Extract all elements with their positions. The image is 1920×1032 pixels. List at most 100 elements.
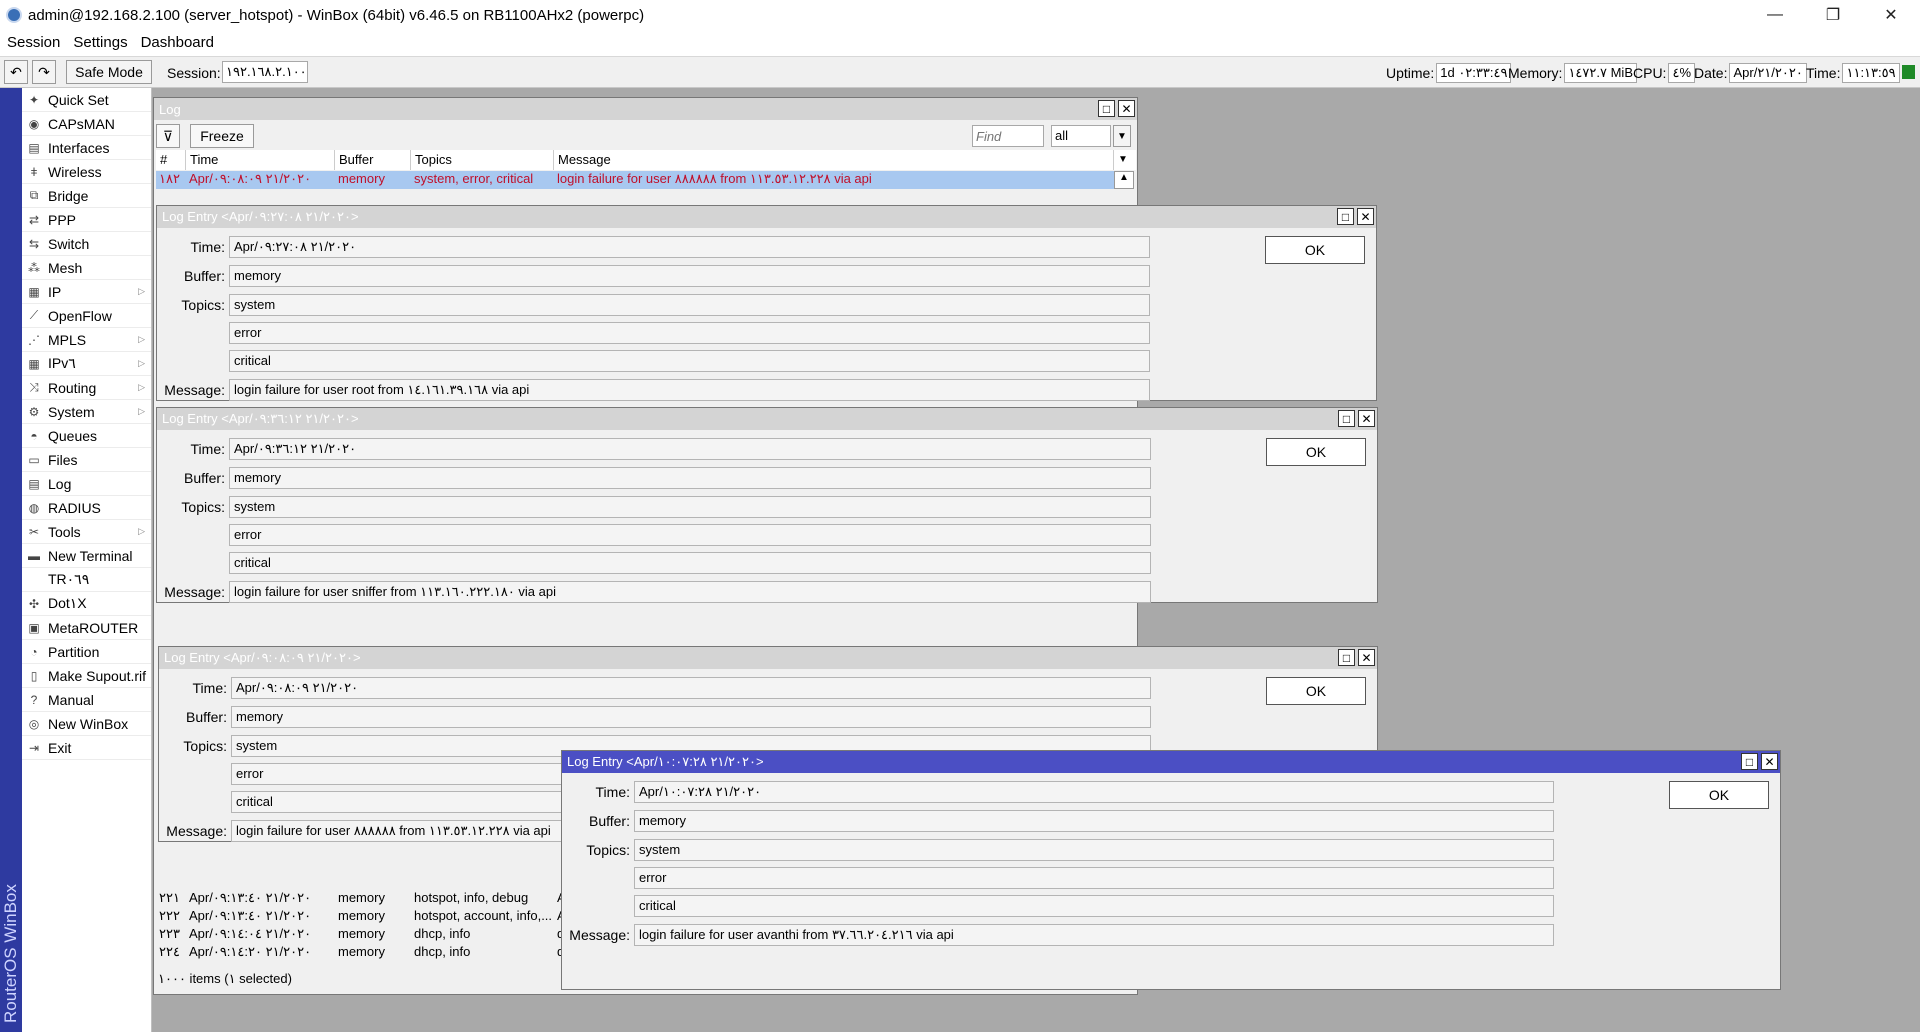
time-field[interactable]: Apr/٢١/٢٠٢٠ ١٠:٠٧:٢٨ [634,781,1554,803]
menu-dashboard[interactable]: Dashboard [141,34,214,51]
table-row-selected[interactable]: ١٨٢ Apr/٢١/٢٠٢٠ ٠٩:٠٨:٠٩ memory system, … [156,171,1114,189]
sidebar-item[interactable]: ▦ IP ▷ [22,280,151,304]
close-icon[interactable]: ✕ [1358,649,1375,666]
topics-field[interactable]: system [634,839,1554,861]
scroll-up-icon[interactable]: ▲ [1114,171,1134,189]
topic-2-field[interactable]: error [634,867,1554,889]
sidebar-item[interactable]: ⧉ Bridge [22,184,151,208]
sidebar-item[interactable]: ✂ Tools ▷ [22,520,151,544]
col-topics[interactable]: Topics [411,150,554,170]
col-buffer[interactable]: Buffer [335,150,411,170]
col-num[interactable]: # [156,150,186,170]
sidebar-item[interactable]: ▤ Interfaces [22,136,151,160]
restore-button[interactable]: ❐ [1804,0,1862,30]
sidebar-item[interactable]: ⇄ PPP [22,208,151,232]
maximize-button[interactable]: □ [1337,208,1354,225]
sidebar-item[interactable]: ▭ Files [22,448,151,472]
ok-button[interactable]: OK [1669,781,1769,809]
minimize-button[interactable]: — [1746,0,1804,30]
ok-button[interactable]: OK [1266,438,1366,466]
menu-settings[interactable]: Settings [73,34,127,51]
redo-button[interactable]: ↷ [32,60,56,84]
sidebar-item[interactable]: ǂ Wireless [22,160,151,184]
sidebar-item[interactable]: ⇥ Exit [22,736,151,760]
menu-session[interactable]: Session [7,34,60,51]
sidebar-item-label: System [48,403,95,420]
ok-button[interactable]: OK [1266,677,1366,705]
freeze-button[interactable]: Freeze [190,124,254,148]
sidebar-item[interactable]: ◉ CAPsMAN [22,112,151,136]
sidebar-item[interactable]: ▯ Make Supout.rif [22,664,151,688]
col-time[interactable]: Time [186,150,335,170]
sidebar-item[interactable]: ⁂ Mesh [22,256,151,280]
sidebar-item[interactable]: ◎ New WinBox [22,712,151,736]
time-field[interactable]: Apr/٢١/٢٠٢٠ ٠٩:٠٨:٠٩ [231,677,1151,699]
log-entry-title: Log Entry <Apr/٢١/٢٠٢٠ ٠٩:٣٦:١٢> [162,411,359,426]
topic-2-field[interactable]: error [229,322,1150,344]
sidebar-item[interactable]: ▣ MetaROUTER [22,616,151,640]
row-time: Apr/٢١/٢٠٢٠ ٠٩:١٣:٤٠ [189,908,312,923]
sidebar-item[interactable]: ⟋ OpenFlow [22,304,151,328]
maximize-button[interactable]: □ [1741,753,1758,770]
table-row[interactable]: ٢٢٣Apr/٢١/٢٠٢٠ ٠٩:١٤:٠٤memorydhcp, infod [156,926,576,944]
table-row[interactable]: ٢٢١ Apr/٢١/٢٠٢٠ ٠٩:١٣:٤٠ memory hotspot, in… [156,890,576,908]
sidebar-item[interactable]: ◓ Queues [22,424,151,448]
close-icon[interactable]: ✕ [1761,753,1778,770]
topics-field[interactable]: system [229,294,1150,316]
sidebar-item[interactable]: ? Manual [22,688,151,712]
table-row[interactable]: ٢٢٢ Apr/٢١/٢٠٢٠ ٠٩:١٣:٤٠ memory hotspot, ac… [156,908,576,926]
topic-3-field[interactable]: critical [229,350,1150,372]
maximize-button[interactable]: □ [1098,100,1115,117]
message-field[interactable]: login failure for user avanthi from ٣٧.٦… [634,924,1554,946]
message-field[interactable]: login failure for user sniffer from ١١٣.… [229,581,1151,603]
sidebar-item[interactable]: ◔ Partition [22,640,151,664]
filter-dropdown-button[interactable]: ▼ [1113,125,1131,147]
time-field[interactable]: Apr/٢١/٢٠٢٠ ٠٩:٣٦:١٢ [229,438,1151,460]
table-row[interactable]: ٢٢٤Apr/٢١/٢٠٢٠ ٠٩:١٤:٢٠memorydhcp, infod [156,944,576,962]
log-filter-select[interactable]: all [1051,125,1111,147]
switch-icon: ⇆ [28,236,40,251]
find-input[interactable] [972,125,1044,147]
time-field[interactable]: Apr/٢١/٢٠٢٠ ٠٩:٢٧:٠٨ [229,236,1150,258]
message-field[interactable]: login failure for user root from ١٤.١٦١.… [229,379,1150,401]
submenu-arrow-icon: ▷ [138,358,145,368]
col-message[interactable]: Message [554,150,1114,170]
wireless-icon: ǂ [30,164,38,179]
topic-3-field[interactable]: critical [634,895,1554,917]
sidebar-item[interactable]: ⚙ System ▷ [22,400,151,424]
sidebar-item[interactable]: ⋰ MPLS ▷ [22,328,151,352]
session-field[interactable]: ١٩٢.١٦٨.٢.١٠٠ [222,61,308,83]
sidebar-item[interactable]: ◍ RADIUS [22,496,151,520]
undo-button[interactable]: ↶ [4,60,28,84]
topics-field[interactable]: system [229,496,1151,518]
buffer-row: Buffer: memory [157,265,1150,287]
sidebar-item[interactable]: ✦ Quick Set [22,88,151,112]
sidebar-item[interactable]: TR٠٦٩ [22,568,151,592]
close-icon[interactable]: ✕ [1358,410,1375,427]
topic-2-row: error [562,867,1554,889]
sidebar-item[interactable]: ▬ New Terminal [22,544,151,568]
buffer-field[interactable]: memory [231,706,1151,728]
topic-2-field[interactable]: error [229,524,1151,546]
sidebar-item-label: Queues [48,427,98,444]
ok-button[interactable]: OK [1265,236,1365,264]
sidebar-item[interactable]: ✣ Dot١X [22,592,151,616]
maximize-button[interactable]: □ [1338,410,1355,427]
buffer-field[interactable]: memory [634,810,1554,832]
topic-3-field[interactable]: critical [229,552,1151,574]
sidebar-item[interactable]: ⤨ Routing ▷ [22,376,151,400]
maximize-button[interactable]: □ [1338,649,1355,666]
close-icon[interactable]: ✕ [1357,208,1374,225]
buffer-field[interactable]: memory [229,265,1150,287]
close-icon[interactable]: ✕ [1118,100,1135,117]
filter-button[interactable]: ⊽ [156,124,180,148]
close-button[interactable]: ✕ [1862,0,1920,30]
buffer-field[interactable]: memory [229,467,1151,489]
sidebar-item[interactable]: ⇆ Switch [22,232,151,256]
sidebar-item[interactable]: ▦ IPv٦ ▷ [22,352,151,376]
column-menu-icon[interactable]: ▼ [1114,150,1136,170]
safe-mode-button[interactable]: Safe Mode [66,60,152,84]
sidebar-item-label: Quick Set [48,91,109,108]
mpls-icon: ⋰ [28,332,40,347]
sidebar-item[interactable]: ▤ Log [22,472,151,496]
